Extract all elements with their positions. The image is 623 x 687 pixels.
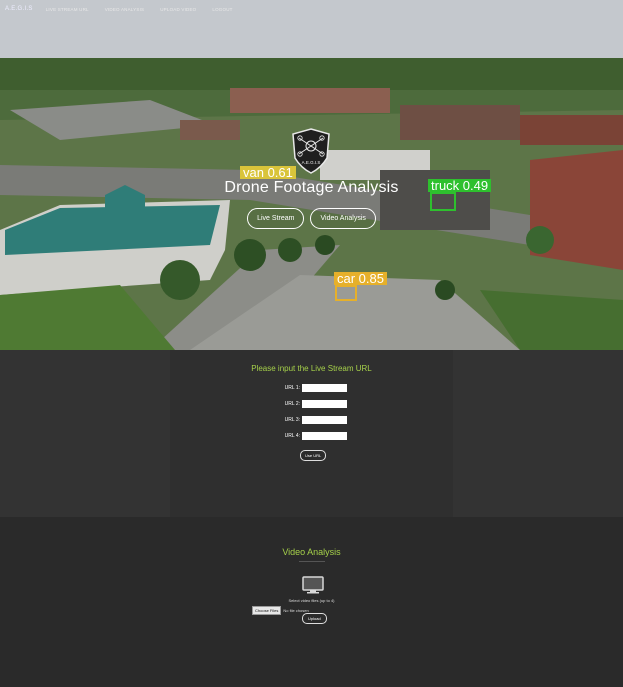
select-files-hint: Select video files (up to 4) bbox=[288, 598, 335, 603]
url-1-input[interactable] bbox=[302, 384, 347, 392]
upload-button[interactable]: Upload bbox=[302, 613, 327, 624]
video-analysis-section: Video Analysis Select video files (up to… bbox=[0, 517, 623, 687]
live-stream-title: Please input the Live Stream URL bbox=[251, 364, 372, 373]
file-picker: Choose Files No file chosen bbox=[252, 606, 309, 615]
url-4-input[interactable] bbox=[302, 432, 347, 440]
url-2-input[interactable] bbox=[302, 400, 347, 408]
url-1-label: URL 1: bbox=[284, 385, 300, 391]
hero-buttons: Live Stream Video Analysis bbox=[0, 208, 623, 229]
url-row-3: URL 3: bbox=[278, 416, 347, 424]
brand-logo-text[interactable]: A.E.G.I.S bbox=[5, 6, 33, 12]
nav-link-upload-video[interactable]: UPLOAD VIDEO bbox=[160, 7, 196, 12]
url-4-label: URL 4: bbox=[284, 433, 300, 439]
url-row-2: URL 2: bbox=[278, 400, 347, 408]
url-row-1: URL 1: bbox=[278, 384, 347, 392]
detection-label: car 0.85 bbox=[334, 272, 387, 285]
aegis-shield-logo bbox=[292, 128, 330, 174]
url-row-4: URL 4: bbox=[278, 432, 347, 440]
hero-title: Drone Footage Analysis bbox=[224, 179, 399, 196]
video-analysis-button[interactable]: Video Analysis bbox=[310, 208, 376, 229]
title-underline bbox=[299, 561, 325, 562]
url-3-label: URL 3: bbox=[284, 417, 300, 423]
live-stream-section: Please input the Live Stream URL URL 1: … bbox=[0, 350, 623, 517]
url-3-input[interactable] bbox=[302, 416, 347, 424]
live-stream-button[interactable]: Live Stream bbox=[247, 208, 305, 229]
detection-label: van 0.61 bbox=[240, 166, 296, 179]
detection-box bbox=[335, 285, 357, 301]
choose-files-button[interactable]: Choose Files bbox=[252, 606, 282, 615]
url-2-label: URL 2: bbox=[284, 401, 300, 407]
top-nav: A.E.G.I.S LIVE STREAM URL VIDEO ANALYSIS… bbox=[0, 0, 623, 18]
video-analysis-title: Video Analysis bbox=[282, 547, 341, 557]
nav-link-live-stream-url[interactable]: LIVE STREAM URL bbox=[46, 7, 89, 12]
logo-caption: A.E.G.I.S bbox=[301, 160, 321, 165]
nav-link-logout[interactable]: LOGOUT bbox=[212, 7, 232, 12]
monitor-icon bbox=[302, 576, 324, 594]
hero-section: A.E.G.I.S LIVE STREAM URL VIDEO ANALYSIS… bbox=[0, 0, 623, 350]
aerial-campus-background bbox=[0, 0, 623, 350]
nav-link-video-analysis[interactable]: VIDEO ANALYSIS bbox=[105, 7, 144, 12]
use-url-button[interactable]: Use URL bbox=[300, 450, 327, 461]
